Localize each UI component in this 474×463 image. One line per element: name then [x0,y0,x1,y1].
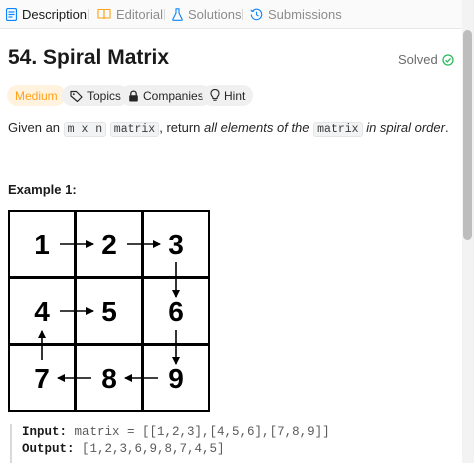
matrix-cell: 9 [168,363,184,394]
inline-code: matrix [313,122,363,137]
companies-label: Companies [143,88,204,103]
inline-code: m x n [63,122,107,137]
lock-icon [129,90,138,101]
matrix-cell: 2 [101,229,117,260]
solved-status: Solved [398,52,454,67]
example-output-line: Output: [1,2,3,6,9,8,7,4,5] [22,441,450,458]
tab-editorial[interactable]: Editorial [97,0,163,28]
tab-editorial-label: Editorial [116,6,163,22]
lightbulb-icon [210,89,220,101]
tab-solutions[interactable]: Solutions [172,0,241,28]
tab-submissions[interactable]: Submissions [250,0,342,28]
problem-title[interactable]: 54. Spiral Matrix [8,46,169,70]
tag-icon [70,90,83,102]
matrix-cell: 4 [34,296,50,327]
matrix-cell: 8 [101,363,117,394]
input-label: Input: [22,425,68,439]
companies-chip[interactable]: Companies [120,85,212,106]
scrollbar-thumb[interactable] [463,30,472,240]
desc-text: . [444,120,449,135]
tab-description[interactable]: Description [6,0,87,28]
desc-emphasis: in spiral order [366,120,445,135]
tab-description-label: Description [22,6,88,22]
matrix-cell: 3 [168,229,184,260]
book-icon [97,8,111,20]
hint-label: Hint [224,88,246,103]
matrix-cell: 7 [34,363,50,394]
desc-text: , return [159,120,205,135]
solved-label: Solved [398,52,438,67]
example-title: Example 1: [8,182,77,197]
output-value: [1,2,3,6,9,8,7,4,5] [82,442,225,456]
history-icon [250,8,263,20]
inline-code: matrix [109,122,160,137]
desc-text: Given an [8,120,64,135]
hint-chip[interactable]: Hint [202,85,254,106]
tab-separator [242,9,243,20]
problem-description: Given an m x n matrix, return all elemen… [8,120,449,137]
tab-separator [88,9,89,20]
tab-submissions-label: Submissions [268,6,342,22]
difficulty-badge: Medium [7,85,66,106]
spiral-matrix-diagram: 1 2 3 4 5 6 7 8 9 [8,210,210,412]
tab-bar: Description Editorial Solutions Submissi… [0,0,462,29]
output-label: Output: [22,442,75,456]
difficulty-label: Medium [15,88,58,103]
tab-separator [164,9,165,20]
input-value: matrix = [[1,2,3],[4,5,6],[7,8,9]] [74,425,330,439]
example-io-block: Input: matrix = [[1,2,3],[4,5,6],[7,8,9]… [10,424,450,463]
matrix-cell: 1 [34,229,50,260]
check-circle-icon [442,53,454,66]
matrix-cell: 5 [101,296,117,327]
flask-icon [172,7,183,21]
topics-label: Topics [87,88,122,103]
desc-emphasis: all elements of the [204,120,310,135]
document-icon [6,7,17,21]
topics-chip[interactable]: Topics [62,85,130,106]
tab-solutions-label: Solutions [188,6,242,22]
matrix-cell: 6 [168,296,184,327]
example-input-line: Input: matrix = [[1,2,3],[4,5,6],[7,8,9]… [22,424,450,441]
